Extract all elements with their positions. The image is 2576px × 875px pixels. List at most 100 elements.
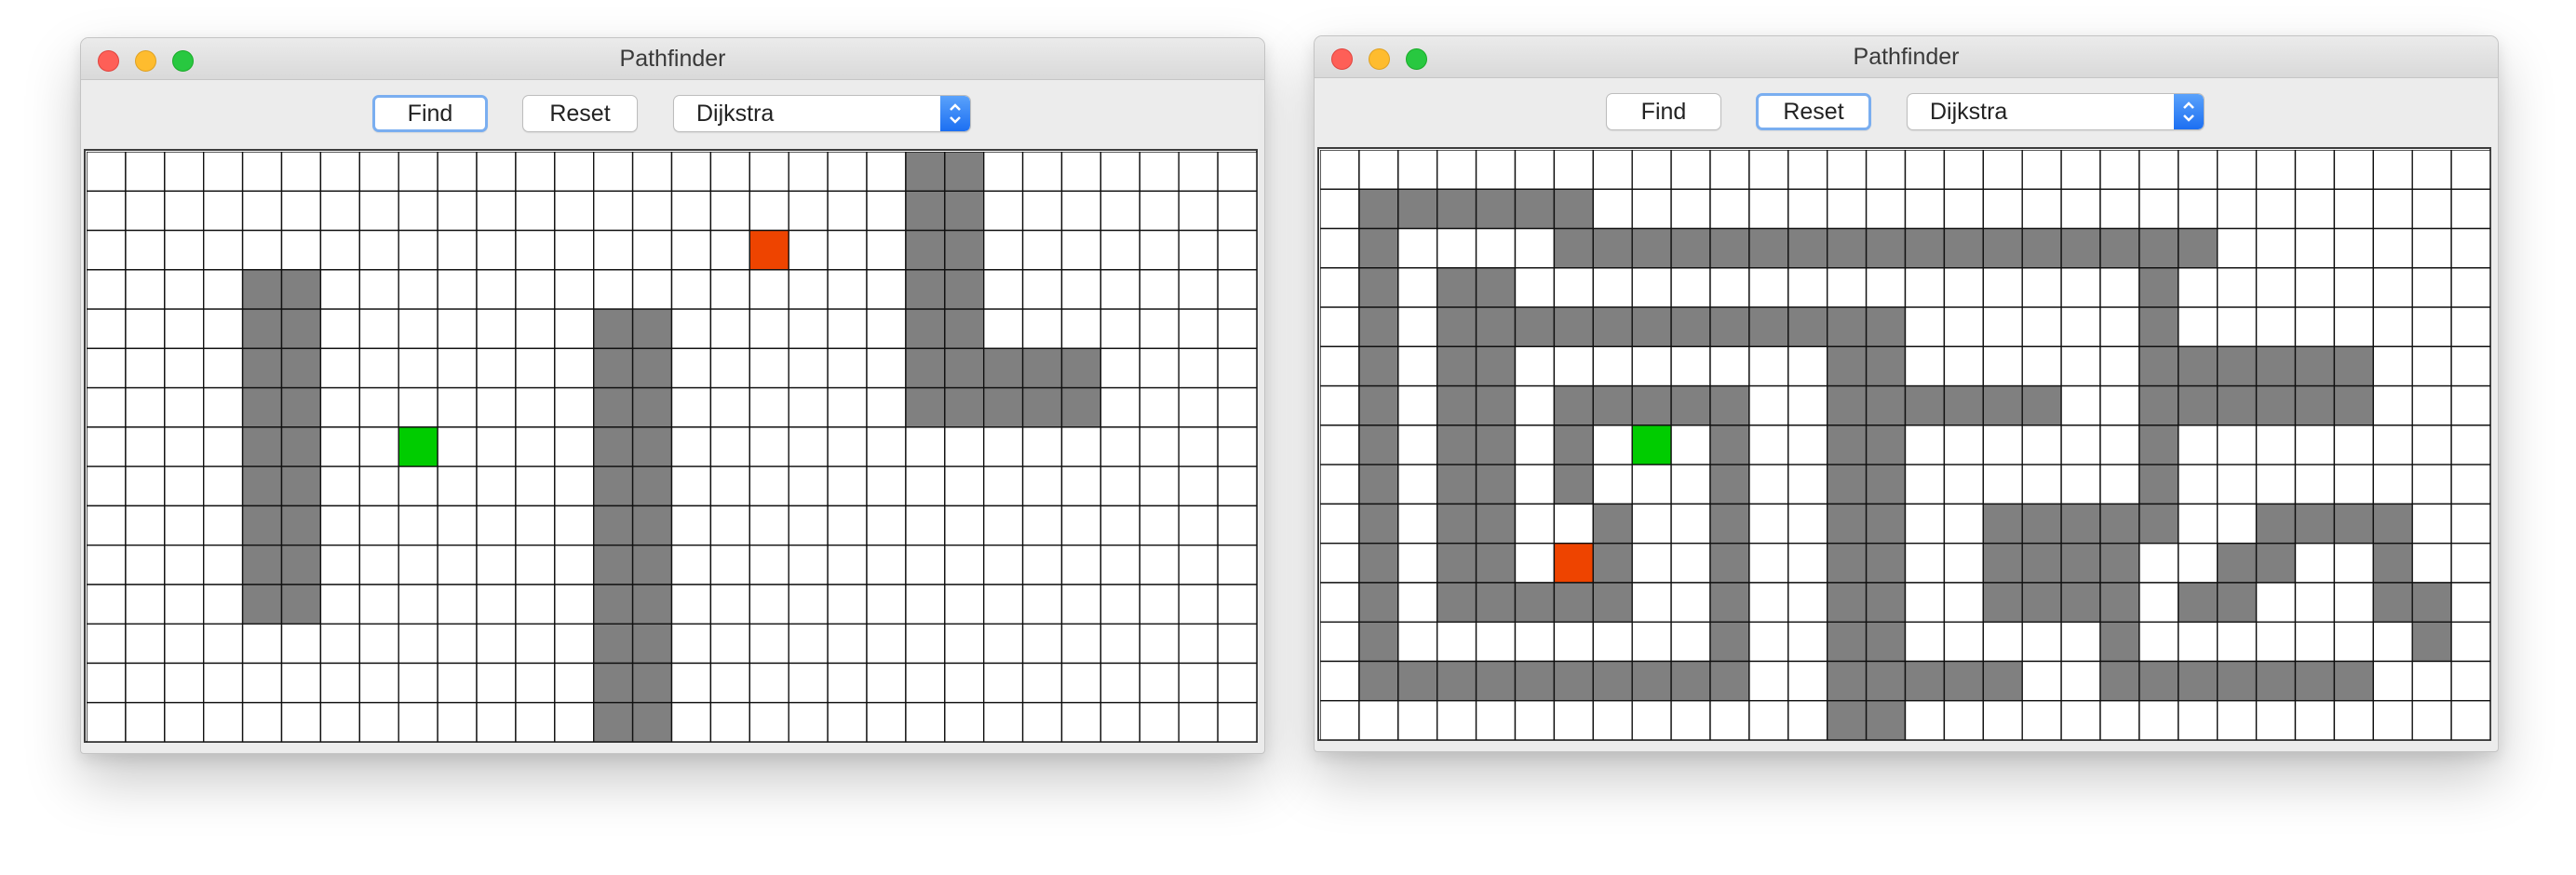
wall-cell[interactable] bbox=[280, 269, 322, 310]
grid-cell[interactable] bbox=[476, 702, 517, 742]
grid-cell[interactable] bbox=[1060, 190, 1102, 232]
wall-cell[interactable] bbox=[1358, 464, 1399, 505]
grid-cell[interactable] bbox=[1099, 623, 1141, 665]
grid-cell[interactable] bbox=[1320, 700, 1360, 740]
grid-cell[interactable] bbox=[631, 229, 673, 271]
grid-cell[interactable] bbox=[709, 269, 751, 310]
grid-cell[interactable] bbox=[358, 505, 399, 546]
grid-cell[interactable] bbox=[87, 308, 127, 350]
grid-cell[interactable] bbox=[1060, 505, 1102, 546]
wall-cell[interactable] bbox=[944, 190, 985, 232]
grid-cell[interactable] bbox=[2060, 621, 2101, 663]
grid-cell[interactable] bbox=[319, 505, 360, 546]
grid-cell[interactable] bbox=[1748, 188, 1789, 230]
grid-cell[interactable] bbox=[358, 386, 399, 428]
grid-cell[interactable] bbox=[554, 152, 595, 192]
grid-cell[interactable] bbox=[1436, 150, 1477, 190]
grid-cell[interactable] bbox=[983, 190, 1024, 232]
wall-cell[interactable] bbox=[1553, 582, 1594, 623]
grid-cell[interactable] bbox=[319, 584, 360, 625]
grid-cell[interactable] bbox=[358, 190, 399, 232]
grid-cell[interactable] bbox=[1060, 465, 1102, 507]
grid-cell[interactable] bbox=[1748, 621, 1789, 663]
grid-cell[interactable] bbox=[1139, 229, 1180, 271]
grid-cell[interactable] bbox=[827, 702, 868, 742]
wall-cell[interactable] bbox=[2178, 660, 2219, 702]
wall-cell[interactable] bbox=[2099, 621, 2140, 663]
wall-cell[interactable] bbox=[1865, 464, 1907, 505]
grid-cell[interactable] bbox=[476, 308, 517, 350]
grid-cell[interactable] bbox=[2138, 542, 2179, 584]
grid-cell[interactable] bbox=[2255, 188, 2297, 230]
grid-cell[interactable] bbox=[670, 662, 712, 704]
grid-cell[interactable] bbox=[670, 229, 712, 271]
grid-cell[interactable] bbox=[202, 426, 244, 467]
grid-cell[interactable] bbox=[1943, 188, 1985, 230]
grid-cell[interactable] bbox=[2138, 582, 2179, 623]
wall-cell[interactable] bbox=[280, 386, 322, 428]
wall-cell[interactable] bbox=[280, 584, 322, 625]
grid-cell[interactable] bbox=[593, 229, 634, 271]
grid-cell[interactable] bbox=[1178, 623, 1219, 665]
grid-cell[interactable] bbox=[554, 584, 595, 625]
wall-cell[interactable] bbox=[1060, 386, 1102, 428]
grid-cell[interactable] bbox=[1982, 345, 2023, 387]
grid-cell[interactable] bbox=[358, 623, 399, 665]
grid-cell[interactable] bbox=[1021, 662, 1063, 704]
wall-cell[interactable] bbox=[2178, 384, 2219, 426]
grid-cell[interactable] bbox=[2411, 267, 2452, 308]
grid-cell[interactable] bbox=[202, 190, 244, 232]
grid-cell[interactable] bbox=[1099, 662, 1141, 704]
grid-cell[interactable] bbox=[944, 702, 985, 742]
grid-cell[interactable] bbox=[1060, 229, 1102, 271]
grid-cell[interactable] bbox=[280, 152, 322, 192]
grid-cell[interactable] bbox=[1099, 465, 1141, 507]
grid-cell[interactable] bbox=[437, 308, 478, 350]
grid-cell[interactable] bbox=[749, 269, 789, 310]
wall-cell[interactable] bbox=[2217, 542, 2258, 584]
grid-cell[interactable] bbox=[1358, 150, 1399, 190]
grid-cell[interactable] bbox=[1320, 384, 1360, 426]
wall-cell[interactable] bbox=[593, 544, 634, 586]
grid-cell[interactable] bbox=[1943, 621, 1985, 663]
find-button[interactable]: Find bbox=[372, 95, 488, 132]
wall-cell[interactable] bbox=[2099, 582, 2140, 623]
grid-cell[interactable] bbox=[398, 229, 438, 271]
wall-cell[interactable] bbox=[1865, 503, 1907, 545]
grid-cell[interactable] bbox=[905, 584, 946, 625]
grid-cell[interactable] bbox=[593, 152, 634, 192]
grid-cell[interactable] bbox=[87, 229, 127, 271]
grid-cell[interactable] bbox=[1021, 152, 1063, 192]
grid-cell[interactable] bbox=[476, 584, 517, 625]
end-cell[interactable] bbox=[1553, 542, 1594, 584]
grid-cell[interactable] bbox=[398, 269, 438, 310]
grid-cell[interactable] bbox=[2294, 188, 2336, 230]
grid-cell[interactable] bbox=[1904, 188, 1946, 230]
grid-cell[interactable] bbox=[241, 662, 283, 704]
wall-cell[interactable] bbox=[280, 544, 322, 586]
wall-cell[interactable] bbox=[983, 347, 1024, 389]
wall-cell[interactable] bbox=[1827, 503, 1868, 545]
grid-cell[interactable] bbox=[1827, 188, 1868, 230]
grid-cell[interactable] bbox=[1099, 544, 1141, 586]
wall-cell[interactable] bbox=[2099, 503, 2140, 545]
grid-cell[interactable] bbox=[788, 426, 829, 467]
grid-cell[interactable] bbox=[1982, 267, 2023, 308]
end-cell[interactable] bbox=[749, 229, 789, 271]
grid-cell[interactable] bbox=[1592, 150, 1633, 190]
grid-cell[interactable] bbox=[2138, 188, 2179, 230]
wall-cell[interactable] bbox=[1827, 306, 1868, 348]
grid-cell[interactable] bbox=[164, 308, 205, 350]
grid-cell[interactable] bbox=[788, 229, 829, 271]
grid-cell[interactable] bbox=[827, 347, 868, 389]
wall-cell[interactable] bbox=[1670, 306, 1711, 348]
grid-cell[interactable] bbox=[398, 308, 438, 350]
start-cell[interactable] bbox=[1631, 424, 1672, 465]
grid-cell[interactable] bbox=[2450, 267, 2490, 308]
grid-cell[interactable] bbox=[1982, 188, 2023, 230]
grid-cell[interactable] bbox=[866, 662, 907, 704]
grid-cell[interactable] bbox=[2099, 188, 2140, 230]
grid-cell[interactable] bbox=[2060, 660, 2101, 702]
wall-cell[interactable] bbox=[1358, 621, 1399, 663]
grid-cell[interactable] bbox=[358, 544, 399, 586]
